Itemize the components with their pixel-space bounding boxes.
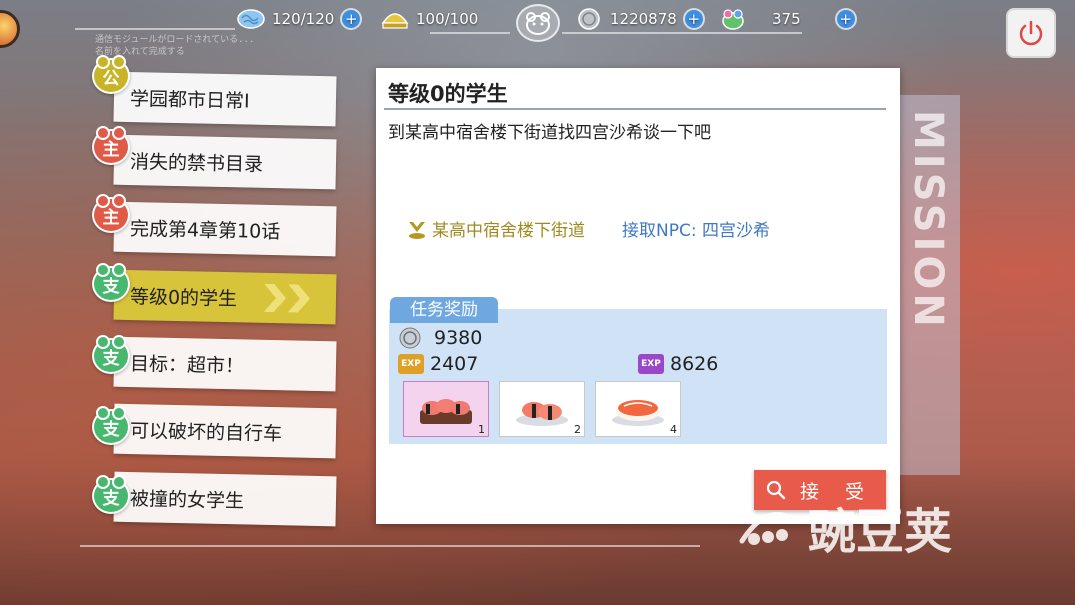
add-stamina-button[interactable]: + [342, 10, 361, 28]
exp-icon: EXP [398, 354, 424, 374]
item-count: 1 [478, 423, 485, 436]
gold-helmet-icon [380, 7, 410, 31]
energy-resource: 100/100 [380, 6, 478, 32]
reward-partner-exp-value: 8626 [670, 353, 719, 375]
stamina-value: 120/120 [272, 10, 335, 28]
sushi-pair-icon [512, 390, 572, 434]
quest-tag-side: 支 [92, 335, 130, 374]
mission-side-text: MISSION [905, 110, 951, 331]
title-divider [384, 108, 886, 110]
reward-item[interactable]: 4 [595, 381, 681, 437]
quest-title: 等级0的学生 [388, 82, 508, 106]
silver-coin-icon [398, 326, 422, 350]
add-coins-button[interactable]: + [684, 10, 703, 28]
quest-label: 可以破坏的自行车 [129, 419, 283, 445]
quest-tag-side: 支 [92, 475, 130, 514]
quest-tag-side: 支 [92, 263, 130, 302]
reward-coins: 9380 [398, 326, 482, 350]
quest-item[interactable]: 被撞的女学生 [113, 471, 337, 527]
frame-line-bottom [80, 545, 700, 547]
salmon-sushi-icon [608, 390, 668, 434]
reward-item[interactable]: 2 [499, 381, 585, 437]
frog-gem-icon [718, 7, 748, 31]
quest-label: 被撞的女学生 [129, 487, 245, 512]
quest-location[interactable]: 某高中宿舍楼下街道 [406, 216, 585, 241]
quest-item[interactable]: 学园都市日常Ⅰ [113, 71, 337, 127]
item-count: 2 [574, 423, 581, 436]
quest-item[interactable]: 消失的禁书目录 [113, 134, 337, 190]
mascot-bear-icon[interactable] [516, 4, 560, 42]
location-pin-icon [406, 218, 428, 240]
quest-tag-main: 主 [92, 126, 130, 165]
coin-value: 1220878 [610, 10, 677, 28]
npc-link[interactable]: 接取NPC: 四宫沙希 [622, 216, 770, 241]
stamina-resource: 120/120 + [236, 6, 361, 32]
quest-item[interactable]: 完成第4章第10话 [113, 201, 337, 257]
quest-label: 等级0的学生 [129, 285, 238, 310]
add-gems-button[interactable]: + [836, 10, 855, 28]
quest-tag-main: 主 [92, 194, 130, 233]
topbar-line-right [562, 32, 802, 34]
quest-label: 消失的禁书目录 [129, 150, 264, 176]
power-button[interactable] [1006, 8, 1056, 58]
reward-partner-exp: EXP 8626 [638, 353, 718, 375]
quest-tag-public: 公 [92, 55, 130, 94]
quest-detail-panel: 等级0的学生 到某高中宿舍楼下街道找四宫沙希谈一下吧 某高中宿舍楼下街道 接取N… [376, 68, 900, 524]
gem-resource: 375 + [718, 6, 855, 32]
watermark-text: 豌豆荚 [808, 504, 953, 560]
reward-tab: 任务奖励 [390, 297, 498, 323]
reward-exp-value: 2407 [430, 353, 479, 375]
gem-value: 375 [772, 10, 801, 28]
item-count: 4 [670, 423, 677, 436]
reward-exp: EXP 2407 [398, 353, 478, 375]
reward-item[interactable]: 1 [403, 381, 489, 437]
location-label: 某高中宿舍楼下街道 [432, 221, 585, 241]
quest-label: 学园都市日常Ⅰ [129, 87, 250, 113]
brain-stamina-icon [236, 7, 266, 31]
quest-label: 目标：超市！ [129, 352, 245, 377]
chevron-right-icon [256, 277, 327, 320]
quest-description: 到某高中宿舍楼下街道找四宫沙希谈一下吧 [388, 123, 711, 143]
quest-tag-side: 支 [92, 406, 130, 445]
quest-item-active[interactable]: 等级0的学生 [113, 269, 337, 325]
topbar-line-left [430, 32, 510, 34]
silver-coin-icon [574, 7, 604, 31]
sushi-platter-icon [416, 388, 476, 434]
coin-resource: 1220878 + [574, 6, 703, 32]
quest-item[interactable]: 目标：超市！ [113, 336, 337, 392]
partner-exp-icon: EXP [638, 354, 664, 374]
reward-coins-value: 9380 [434, 327, 483, 349]
energy-value: 100/100 [416, 10, 479, 28]
peapod-logo-icon [736, 501, 800, 553]
quest-item[interactable]: 可以破坏的自行车 [113, 403, 337, 459]
quest-label: 完成第4章第10话 [129, 217, 281, 243]
resource-bar: 120/120 + 100/100 1220878 + 375 + [0, 0, 1075, 42]
watermark: 豌豆荚 [736, 492, 952, 562]
